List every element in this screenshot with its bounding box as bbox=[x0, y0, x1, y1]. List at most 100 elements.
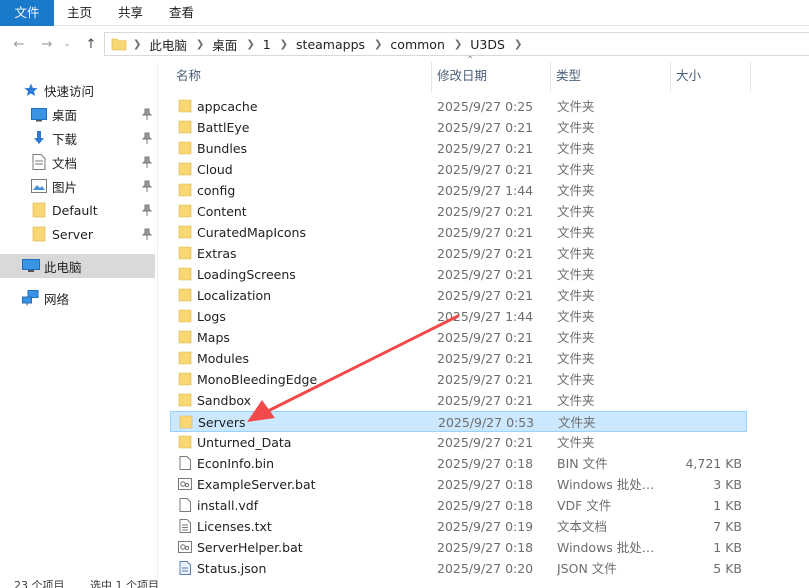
sidebar-item-documents[interactable]: 文档 bbox=[0, 150, 155, 174]
file-date: 2025/9/27 0:21 bbox=[437, 246, 534, 261]
file-type: JSON 文件 bbox=[557, 561, 617, 576]
folder-icon bbox=[178, 120, 192, 134]
breadcrumb-1[interactable]: 1 bbox=[263, 37, 271, 52]
file-name: Maps bbox=[197, 330, 230, 345]
file-name: Modules bbox=[197, 351, 249, 366]
file-name: appcache bbox=[197, 99, 258, 114]
breadcrumb-separator-icon[interactable]: ❯ bbox=[133, 39, 141, 50]
sidebar-item-pictures[interactable]: 图片 bbox=[0, 174, 155, 198]
column-divider[interactable] bbox=[750, 62, 751, 92]
table-row[interactable]: Extras 2025/9/27 0:21 文件夹 bbox=[170, 243, 747, 264]
column-header-modified[interactable]: 修改日期 bbox=[431, 62, 550, 92]
up-arrow-icon[interactable]: ↑ bbox=[80, 33, 102, 55]
file-date: 2025/9/27 0:21 bbox=[437, 120, 534, 135]
pin-icon[interactable] bbox=[142, 180, 152, 192]
sidebar-item-default[interactable]: Default bbox=[0, 198, 155, 222]
table-row[interactable]: Licenses.txt 2025/9/27 0:19 文本文档 7 KB bbox=[170, 516, 747, 537]
file-size: 5 KB bbox=[713, 561, 742, 576]
column-header-name[interactable]: 名称 bbox=[170, 62, 431, 92]
table-row[interactable]: Cloud 2025/9/27 0:21 文件夹 bbox=[170, 159, 747, 180]
table-row[interactable]: Localization 2025/9/27 0:21 文件夹 bbox=[170, 285, 747, 306]
json-file-icon bbox=[179, 561, 191, 575]
table-row[interactable]: LoadingScreens 2025/9/27 0:21 文件夹 bbox=[170, 264, 747, 285]
file-date: 2025/9/27 0:21 bbox=[437, 288, 534, 303]
file-type: 文件夹 bbox=[557, 267, 595, 282]
breadcrumb-separator-icon[interactable]: ❯ bbox=[454, 39, 462, 50]
table-row[interactable]: MonoBleedingEdge 2025/9/27 0:21 文件夹 bbox=[170, 369, 747, 390]
table-row[interactable]: Content 2025/9/27 0:21 文件夹 bbox=[170, 201, 747, 222]
table-row[interactable]: Sandbox 2025/9/27 0:21 文件夹 bbox=[170, 390, 747, 411]
file-size: 7 KB bbox=[713, 519, 742, 534]
sidebar-item-desktop[interactable]: 桌面 bbox=[0, 102, 155, 126]
file-date: 2025/9/27 0:20 bbox=[437, 561, 534, 576]
file-type: 文件夹 bbox=[557, 141, 595, 156]
table-row[interactable]: ServerHelper.bat 2025/9/27 0:18 Windows 批处… bbox=[170, 537, 747, 558]
table-row[interactable]: Bundles 2025/9/27 0:21 文件夹 bbox=[170, 138, 747, 159]
file-date: 2025/9/27 0:18 bbox=[437, 477, 534, 492]
folder-icon bbox=[32, 226, 46, 242]
breadcrumb-separator-icon[interactable]: ❯ bbox=[280, 39, 288, 50]
file-type: 文件夹 bbox=[557, 330, 595, 345]
pictures-icon bbox=[31, 179, 47, 193]
tab-file[interactable]: 文件 bbox=[0, 0, 54, 26]
table-row[interactable]: CuratedMapIcons 2025/9/27 0:21 文件夹 bbox=[170, 222, 747, 243]
file-date: 2025/9/27 0:18 bbox=[437, 498, 534, 513]
file-date: 2025/9/27 0:21 bbox=[437, 393, 534, 408]
tab-view[interactable]: 查看 bbox=[156, 0, 207, 26]
column-header-type[interactable]: 类型 bbox=[550, 62, 670, 92]
table-row[interactable]: Modules 2025/9/27 0:21 文件夹 bbox=[170, 348, 747, 369]
table-row[interactable]: ExampleServer.bat 2025/9/27 0:18 Windows 批… bbox=[170, 474, 747, 495]
table-row[interactable]: EconInfo.bin 2025/9/27 0:18 BIN 文件 4,721 KB bbox=[170, 453, 747, 474]
folder-icon bbox=[178, 141, 192, 155]
file-type: 文件夹 bbox=[558, 415, 596, 430]
table-row[interactable]: Logs 2025/9/27 1:44 文件夹 bbox=[170, 306, 747, 327]
pin-icon[interactable] bbox=[142, 204, 152, 216]
file-date: 2025/9/27 0:21 bbox=[437, 435, 534, 450]
sidebar-item-this-pc[interactable]: 此电脑 bbox=[0, 254, 155, 278]
sidebar-item-network[interactable]: 网络 bbox=[0, 286, 155, 310]
table-row[interactable]: config 2025/9/27 1:44 文件夹 bbox=[170, 180, 747, 201]
tab-home[interactable]: 主页 bbox=[54, 0, 105, 26]
folder-icon bbox=[178, 204, 192, 218]
folder-icon bbox=[178, 393, 192, 407]
address-bar[interactable]: ❯ 此电脑 ❯ 桌面 ❯ 1 ❯ steamapps ❯ common ❯ U3… bbox=[104, 32, 809, 56]
breadcrumb-separator-icon[interactable]: ❯ bbox=[246, 39, 254, 50]
pin-icon[interactable] bbox=[142, 156, 152, 168]
breadcrumb-desktop[interactable]: 桌面 bbox=[212, 35, 237, 54]
breadcrumb-steamapps[interactable]: steamapps bbox=[296, 37, 365, 52]
table-row[interactable]: BattlEye 2025/9/27 0:21 文件夹 bbox=[170, 117, 747, 138]
file-type: Windows 批处理... bbox=[557, 477, 665, 492]
file-name: Extras bbox=[197, 246, 237, 261]
table-row[interactable]: Servers 2025/9/27 0:53 文件夹 bbox=[170, 411, 747, 432]
tab-share[interactable]: 共享 bbox=[105, 0, 156, 26]
pin-icon[interactable] bbox=[142, 108, 152, 120]
breadcrumb-separator-icon[interactable]: ❯ bbox=[196, 39, 204, 50]
sidebar-item-quick-access[interactable]: 快速访问 bbox=[0, 78, 155, 102]
table-row[interactable]: install.vdf 2025/9/27 0:18 VDF 文件 1 KB bbox=[170, 495, 747, 516]
file-name: ServerHelper.bat bbox=[197, 540, 303, 555]
column-header-size[interactable]: 大小 bbox=[670, 62, 750, 92]
table-row[interactable]: appcache 2025/9/27 0:25 文件夹 bbox=[170, 96, 747, 117]
table-row[interactable]: Maps 2025/9/27 0:21 文件夹 bbox=[170, 327, 747, 348]
file-name: Licenses.txt bbox=[197, 519, 272, 534]
sidebar-item-server[interactable]: Server bbox=[0, 222, 155, 246]
breadcrumb-u3ds[interactable]: U3DS bbox=[470, 37, 505, 52]
back-arrow-icon[interactable]: ← bbox=[8, 33, 30, 55]
forward-arrow-icon[interactable]: → bbox=[36, 33, 58, 55]
file-date: 2025/9/27 0:21 bbox=[437, 162, 534, 177]
sidebar-item-downloads[interactable]: 下载 bbox=[0, 126, 155, 150]
file-name: Content bbox=[197, 204, 247, 219]
file-date: 2025/9/27 1:44 bbox=[437, 183, 534, 198]
breadcrumb-common[interactable]: common bbox=[390, 37, 444, 52]
file-name: EconInfo.bin bbox=[197, 456, 275, 471]
pin-icon[interactable] bbox=[142, 228, 152, 240]
table-row[interactable]: Status.json 2025/9/27 0:20 JSON 文件 5 KB bbox=[170, 558, 747, 579]
breadcrumb-separator-icon[interactable]: ❯ bbox=[514, 39, 522, 50]
breadcrumb-separator-icon[interactable]: ❯ bbox=[374, 39, 382, 50]
file-type: 文件夹 bbox=[557, 435, 595, 450]
recent-locations-chevron-icon[interactable]: ⌄ bbox=[60, 33, 74, 55]
breadcrumb-this-pc[interactable]: 此电脑 bbox=[149, 35, 187, 54]
pin-icon[interactable] bbox=[142, 132, 152, 144]
file-type: Windows 批处理... bbox=[557, 540, 665, 555]
table-row[interactable]: Unturned_Data 2025/9/27 0:21 文件夹 bbox=[170, 432, 747, 453]
